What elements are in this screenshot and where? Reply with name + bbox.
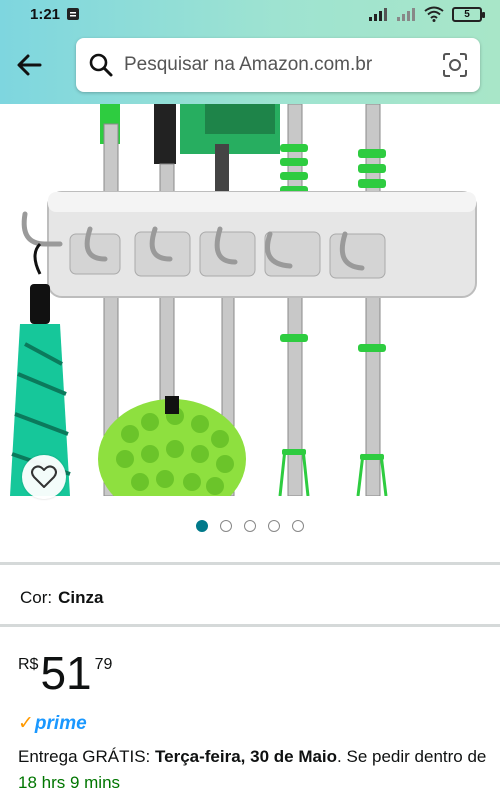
status-time: 1:21 [30, 5, 61, 23]
gallery-dot-4[interactable] [268, 520, 280, 532]
camera-scan-icon[interactable] [442, 52, 468, 78]
wifi-icon [424, 6, 444, 22]
price-cents: 79 [94, 656, 113, 673]
gallery-dot-1[interactable] [196, 520, 208, 532]
heart-icon[interactable] [31, 465, 57, 489]
notification-icon [67, 8, 80, 20]
prime-badge: ✓ prime [18, 712, 87, 735]
delivery-info: Entrega GRÁTIS: Terça-feira, 30 de Maio.… [18, 744, 488, 796]
product-image-gallery[interactable] [0, 104, 500, 496]
color-value: Cinza [58, 588, 104, 607]
delivery-mid: . Se pedir dentro de [337, 747, 487, 766]
status-bar: 1:21 5 [0, 0, 500, 28]
divider [0, 624, 500, 627]
price-whole: 51 [40, 647, 92, 699]
delivery-prefix: Entrega GRÁTIS: [18, 747, 155, 766]
signal-icon-2 [397, 8, 415, 21]
search-icon[interactable] [88, 52, 114, 78]
prime-check-icon: ✓ [18, 713, 34, 734]
battery-icon: 5 [452, 6, 485, 22]
back-arrow-icon[interactable] [14, 50, 44, 80]
divider [0, 562, 500, 565]
gallery-dot-2[interactable] [220, 520, 232, 532]
status-indicators: 5 [368, 6, 485, 22]
header-bar: 1:21 5 [0, 0, 500, 104]
search-input[interactable] [124, 54, 442, 76]
color-selector[interactable]: Cor: Cinza [20, 588, 103, 608]
price: R$ 51 79 [18, 648, 112, 698]
delivery-date: Terça-feira, 30 de Maio [155, 747, 338, 766]
product-image [10, 104, 477, 496]
search-bar[interactable] [76, 38, 480, 92]
signal-icon [369, 8, 387, 21]
color-label: Cor: [20, 588, 53, 607]
prime-label: prime [34, 712, 87, 734]
price-currency: R$ [18, 656, 39, 673]
delivery-countdown: 18 hrs 9 mins [18, 773, 121, 792]
gallery-dot-5[interactable] [292, 520, 304, 532]
gallery-dot-3[interactable] [244, 520, 256, 532]
favorite-button[interactable] [22, 455, 66, 499]
gallery-pagination [0, 520, 500, 532]
